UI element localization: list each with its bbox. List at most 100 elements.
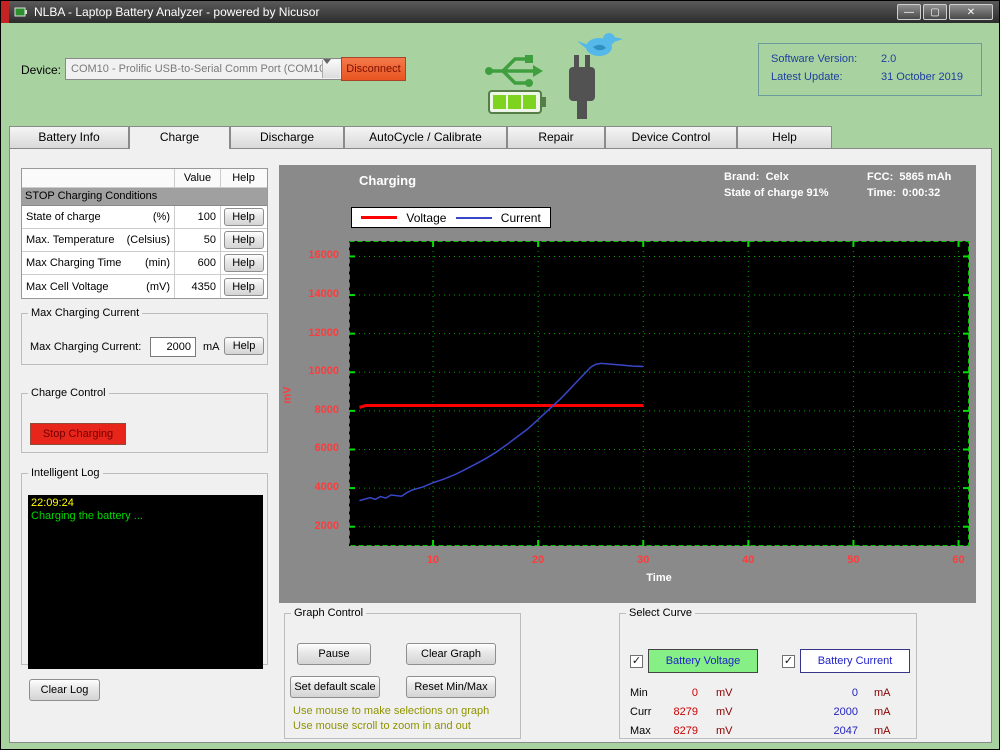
- row-value-cell[interactable]: 4350: [175, 275, 221, 298]
- stop-charging-button[interactable]: Stop Charging: [30, 423, 126, 445]
- group-title: Intelligent Log: [28, 467, 103, 479]
- chart-title: Charging: [359, 173, 416, 188]
- x-tick-label: 30: [623, 554, 663, 566]
- help-button[interactable]: Help: [224, 278, 264, 296]
- group-title: Charge Control: [28, 387, 109, 399]
- chart-plot-area[interactable]: [349, 241, 969, 546]
- close-button[interactable]: ✕: [949, 4, 993, 20]
- pause-button[interactable]: Pause: [297, 643, 371, 665]
- tab-help[interactable]: Help: [737, 126, 832, 148]
- y-tick-label: 10000: [295, 365, 339, 377]
- state-of-charge-text: State of charge 91%: [724, 187, 829, 199]
- log-timestamp: 22:09:24: [31, 497, 260, 510]
- minimize-button[interactable]: —: [897, 4, 921, 20]
- select-curve-group: Select Curve ✓ Battery Voltage ✓ Battery…: [619, 607, 917, 739]
- fcc-label: FCC:: [867, 171, 893, 183]
- y-tick-label: 8000: [295, 404, 339, 416]
- latest-update-label: Latest Update:: [771, 71, 843, 83]
- stat-row-max: Max 8279 mV 2047 mA: [620, 725, 916, 741]
- device-combobox[interactable]: COM10 - Prolific USB-to-Serial Comm Port…: [65, 58, 342, 80]
- charge-control-group: Charge Control Stop Charging: [21, 387, 268, 453]
- disconnect-button[interactable]: Disconnect: [341, 57, 406, 81]
- row-label: Max Charging Time: [26, 257, 121, 269]
- stat-label: Curr: [630, 706, 651, 718]
- graph-control-group: Graph Control Pause Clear Graph Set defa…: [284, 607, 521, 739]
- battery-current-button[interactable]: Battery Current: [800, 649, 910, 673]
- tab-repair[interactable]: Repair: [507, 126, 605, 148]
- y-axis-tick-labels: 200040006000800010000120001400016000: [295, 241, 343, 546]
- device-label: Device:: [21, 63, 61, 77]
- voltage-checkbox[interactable]: ✓: [630, 655, 643, 668]
- table-row: Max Cell Voltage(mV) 4350 Help: [22, 275, 267, 298]
- current-max: 2047: [814, 725, 858, 737]
- help-button[interactable]: Help: [224, 337, 264, 355]
- voltage-line-swatch: [361, 216, 397, 219]
- row-unit: (%): [153, 211, 170, 223]
- table-row: State of charge(%) 100 Help: [22, 206, 267, 229]
- y-tick-label: 6000: [295, 442, 339, 454]
- time-label: Time:: [867, 187, 896, 199]
- x-tick-label: 60: [938, 554, 978, 566]
- x-axis-tick-labels: 102030405060: [349, 554, 969, 568]
- maximize-button[interactable]: ▢: [923, 4, 947, 20]
- titlebar-red-accent: [1, 1, 9, 23]
- battery-voltage-button[interactable]: Battery Voltage: [648, 649, 758, 673]
- max-charging-current-label: Max Charging Current:: [30, 341, 141, 353]
- clear-log-button[interactable]: Clear Log: [29, 679, 100, 701]
- legend-voltage-label: Voltage: [406, 211, 446, 225]
- row-value-cell[interactable]: 600: [175, 252, 221, 274]
- stat-label: Max: [630, 725, 651, 737]
- header-value-cell: Value: [175, 169, 221, 187]
- x-tick-label: 40: [728, 554, 768, 566]
- y-tick-label: 12000: [295, 327, 339, 339]
- voltage-curr: 8279: [656, 706, 698, 718]
- row-value-cell[interactable]: 50: [175, 229, 221, 251]
- table-header-row: Value Help: [22, 169, 267, 188]
- x-tick-label: 10: [413, 554, 453, 566]
- device-combobox-value: COM10 - Prolific USB-to-Serial Comm Port…: [71, 63, 329, 75]
- max-charging-current-input[interactable]: 2000: [150, 337, 196, 357]
- version-info-box: Software Version: 2.0 Latest Update: 31 …: [758, 43, 982, 96]
- y-tick-label: 4000: [295, 481, 339, 493]
- intelligent-log-group: Intelligent Log 22:09:24 Charging the ba…: [21, 467, 268, 665]
- row-label: Max Cell Voltage: [26, 281, 109, 293]
- log-message: Charging the battery ...: [31, 510, 260, 523]
- stat-row-min: Min 0 mV 0 mA: [620, 687, 916, 703]
- group-title: Select Curve: [626, 607, 695, 619]
- max-charging-current-unit: mA: [203, 341, 220, 353]
- chart-legend: Voltage Current: [351, 207, 551, 228]
- log-output[interactable]: 22:09:24 Charging the battery ...: [28, 495, 263, 669]
- brand-label: Brand:: [724, 171, 759, 183]
- reset-minmax-button[interactable]: Reset Min/Max: [406, 676, 496, 698]
- current-checkbox[interactable]: ✓: [782, 655, 795, 668]
- tab-bar: Battery Info Charge Discharge AutoCycle …: [9, 126, 832, 149]
- latest-update-value: 31 October 2019: [881, 71, 963, 83]
- row-label: Max. Temperature: [26, 234, 114, 246]
- y-tick-label: 2000: [295, 520, 339, 532]
- table-row: Max. Temperature(Celsius) 50 Help: [22, 229, 267, 252]
- current-min: 0: [814, 687, 858, 699]
- tab-charge[interactable]: Charge: [129, 126, 230, 149]
- voltage-min: 0: [656, 687, 698, 699]
- chevron-down-icon[interactable]: [322, 60, 340, 78]
- tab-battery-info[interactable]: Battery Info: [9, 126, 129, 148]
- help-button[interactable]: Help: [224, 254, 264, 272]
- current-unit: mA: [874, 687, 891, 699]
- current-unit: mA: [874, 725, 891, 737]
- usb-battery-bird-graphic: [481, 29, 631, 126]
- set-default-scale-button[interactable]: Set default scale: [290, 676, 380, 698]
- graph-hint-2: Use mouse scroll to zoom in and out: [293, 720, 471, 732]
- current-line-swatch: [456, 217, 492, 219]
- tab-autocycle-calibrate[interactable]: AutoCycle / Calibrate: [344, 126, 507, 148]
- y-tick-label: 14000: [295, 288, 339, 300]
- voltage-unit: mV: [716, 687, 733, 699]
- chart-panel: Charging Brand: Celx State of charge 91%…: [279, 165, 976, 603]
- tab-discharge[interactable]: Discharge: [230, 126, 344, 148]
- fcc-value: 5865 mAh: [899, 171, 951, 183]
- clear-graph-button[interactable]: Clear Graph: [406, 643, 496, 665]
- tab-device-control[interactable]: Device Control: [605, 126, 737, 148]
- help-button[interactable]: Help: [224, 231, 264, 249]
- help-button[interactable]: Help: [224, 208, 264, 226]
- x-axis-title: Time: [349, 572, 969, 584]
- row-value-cell[interactable]: 100: [175, 206, 221, 228]
